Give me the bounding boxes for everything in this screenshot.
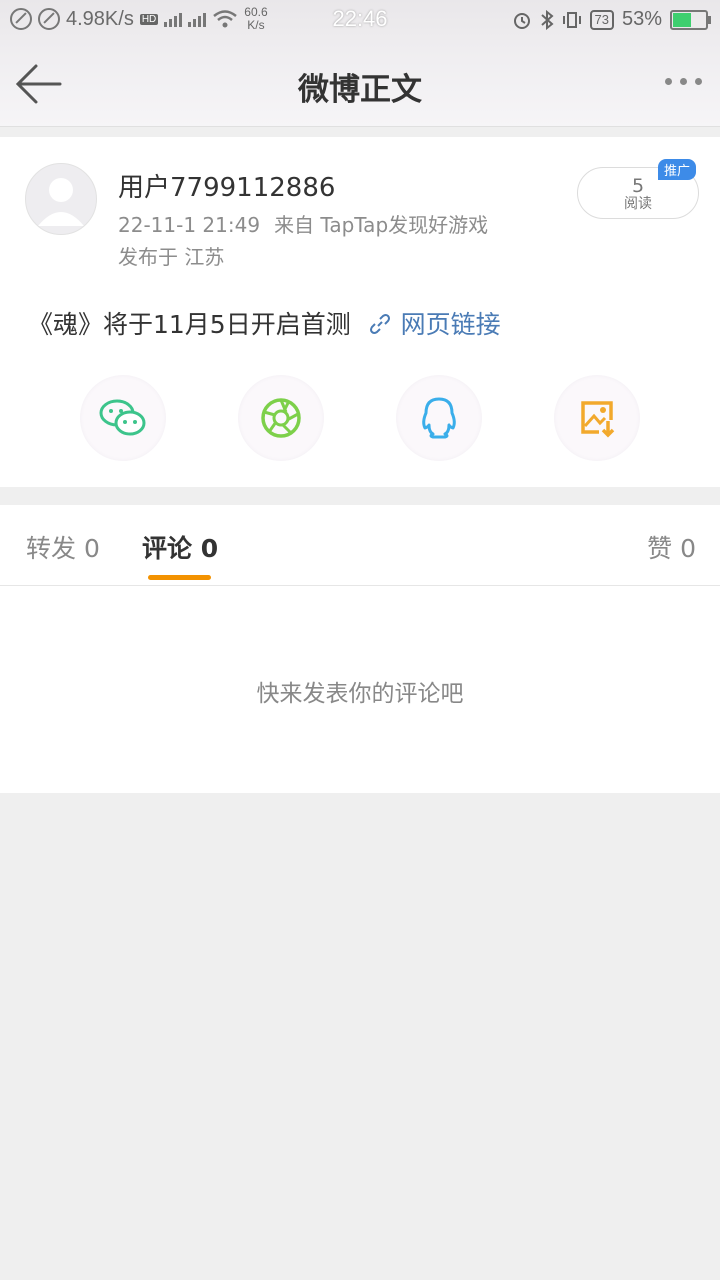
battery-icon	[670, 9, 711, 30]
tab-like[interactable]: 赞 0	[647, 529, 696, 565]
alarm-icon	[513, 12, 530, 29]
page-title: 微博正文	[298, 72, 422, 108]
save-image-icon	[581, 401, 615, 438]
more-dot-icon	[665, 78, 672, 85]
wifi-speed: 60.6 K/s	[244, 6, 267, 32]
tab-bar: 转发 0 评论 0 赞 0	[0, 505, 720, 586]
bluetooth-icon	[540, 9, 554, 30]
username[interactable]: 用户7799112886	[118, 167, 335, 204]
wifi-icon	[213, 10, 238, 28]
more-dot-icon	[680, 78, 687, 85]
more-button[interactable]	[665, 78, 702, 85]
qq-icon	[422, 397, 456, 439]
tab-repost[interactable]: 转发 0	[26, 529, 100, 565]
more-dot-icon	[695, 78, 702, 85]
status-left: 4.98K/s HD 60.6 K/s	[10, 6, 268, 32]
vibrate-icon	[562, 11, 581, 28]
post-date: 22-11-1 21:49	[118, 213, 261, 237]
tab-comment[interactable]: 评论 0	[142, 529, 218, 565]
save-image-button[interactable]	[554, 375, 640, 461]
status-bar: 4.98K/s HD 60.6 K/s 22:46 73 53%	[0, 0, 720, 40]
net-speed: 4.98K/s	[66, 7, 134, 30]
post-content: 《魂》将于11月5日开启首测 网页链接	[28, 305, 501, 341]
signal-icon	[164, 11, 183, 27]
share-row	[0, 375, 720, 465]
post-location: 发布于 江苏	[118, 245, 225, 269]
comment-list: 快来发表你的评论吧	[0, 586, 720, 793]
moments-icon	[261, 398, 301, 438]
post-card: 用户7799112886 22-11-1 21:49 来自 TapTap发现好游戏…	[0, 137, 720, 487]
promo-badge[interactable]: 推广	[658, 159, 697, 180]
share-wechat-button[interactable]	[80, 375, 166, 461]
avatar[interactable]	[25, 163, 97, 235]
web-link[interactable]: 网页链接	[401, 310, 501, 339]
dnd-icon	[10, 8, 32, 30]
status-badge: 73	[589, 9, 614, 30]
read-label: 阅读	[624, 196, 652, 212]
status-right: 73 53%	[512, 8, 711, 31]
signal-icon-2	[188, 11, 207, 27]
default-avatar-icon	[38, 178, 84, 226]
wifi-speed-value: 60.6	[244, 5, 268, 19]
no-disturb-icon	[38, 8, 60, 30]
share-moments-button[interactable]	[238, 375, 324, 461]
active-tab-indicator	[148, 575, 211, 580]
post-meta: 22-11-1 21:49 来自 TapTap发现好游戏 发布于 江苏	[118, 209, 502, 273]
top-nav: 微博正文	[0, 40, 720, 127]
hd-icon: HD	[139, 13, 159, 25]
post-source[interactable]: 来自 TapTap发现好游戏	[274, 213, 488, 237]
battery-percent: 53%	[621, 8, 662, 30]
share-qq-button[interactable]	[396, 375, 482, 461]
link-icon	[361, 310, 399, 339]
empty-comment-hint[interactable]: 快来发表你的评论吧	[0, 674, 720, 708]
wifi-speed-unit: K/s	[247, 18, 265, 32]
post-text: 《魂》将于11月5日开启首测	[28, 310, 351, 339]
wechat-icon	[99, 399, 146, 436]
